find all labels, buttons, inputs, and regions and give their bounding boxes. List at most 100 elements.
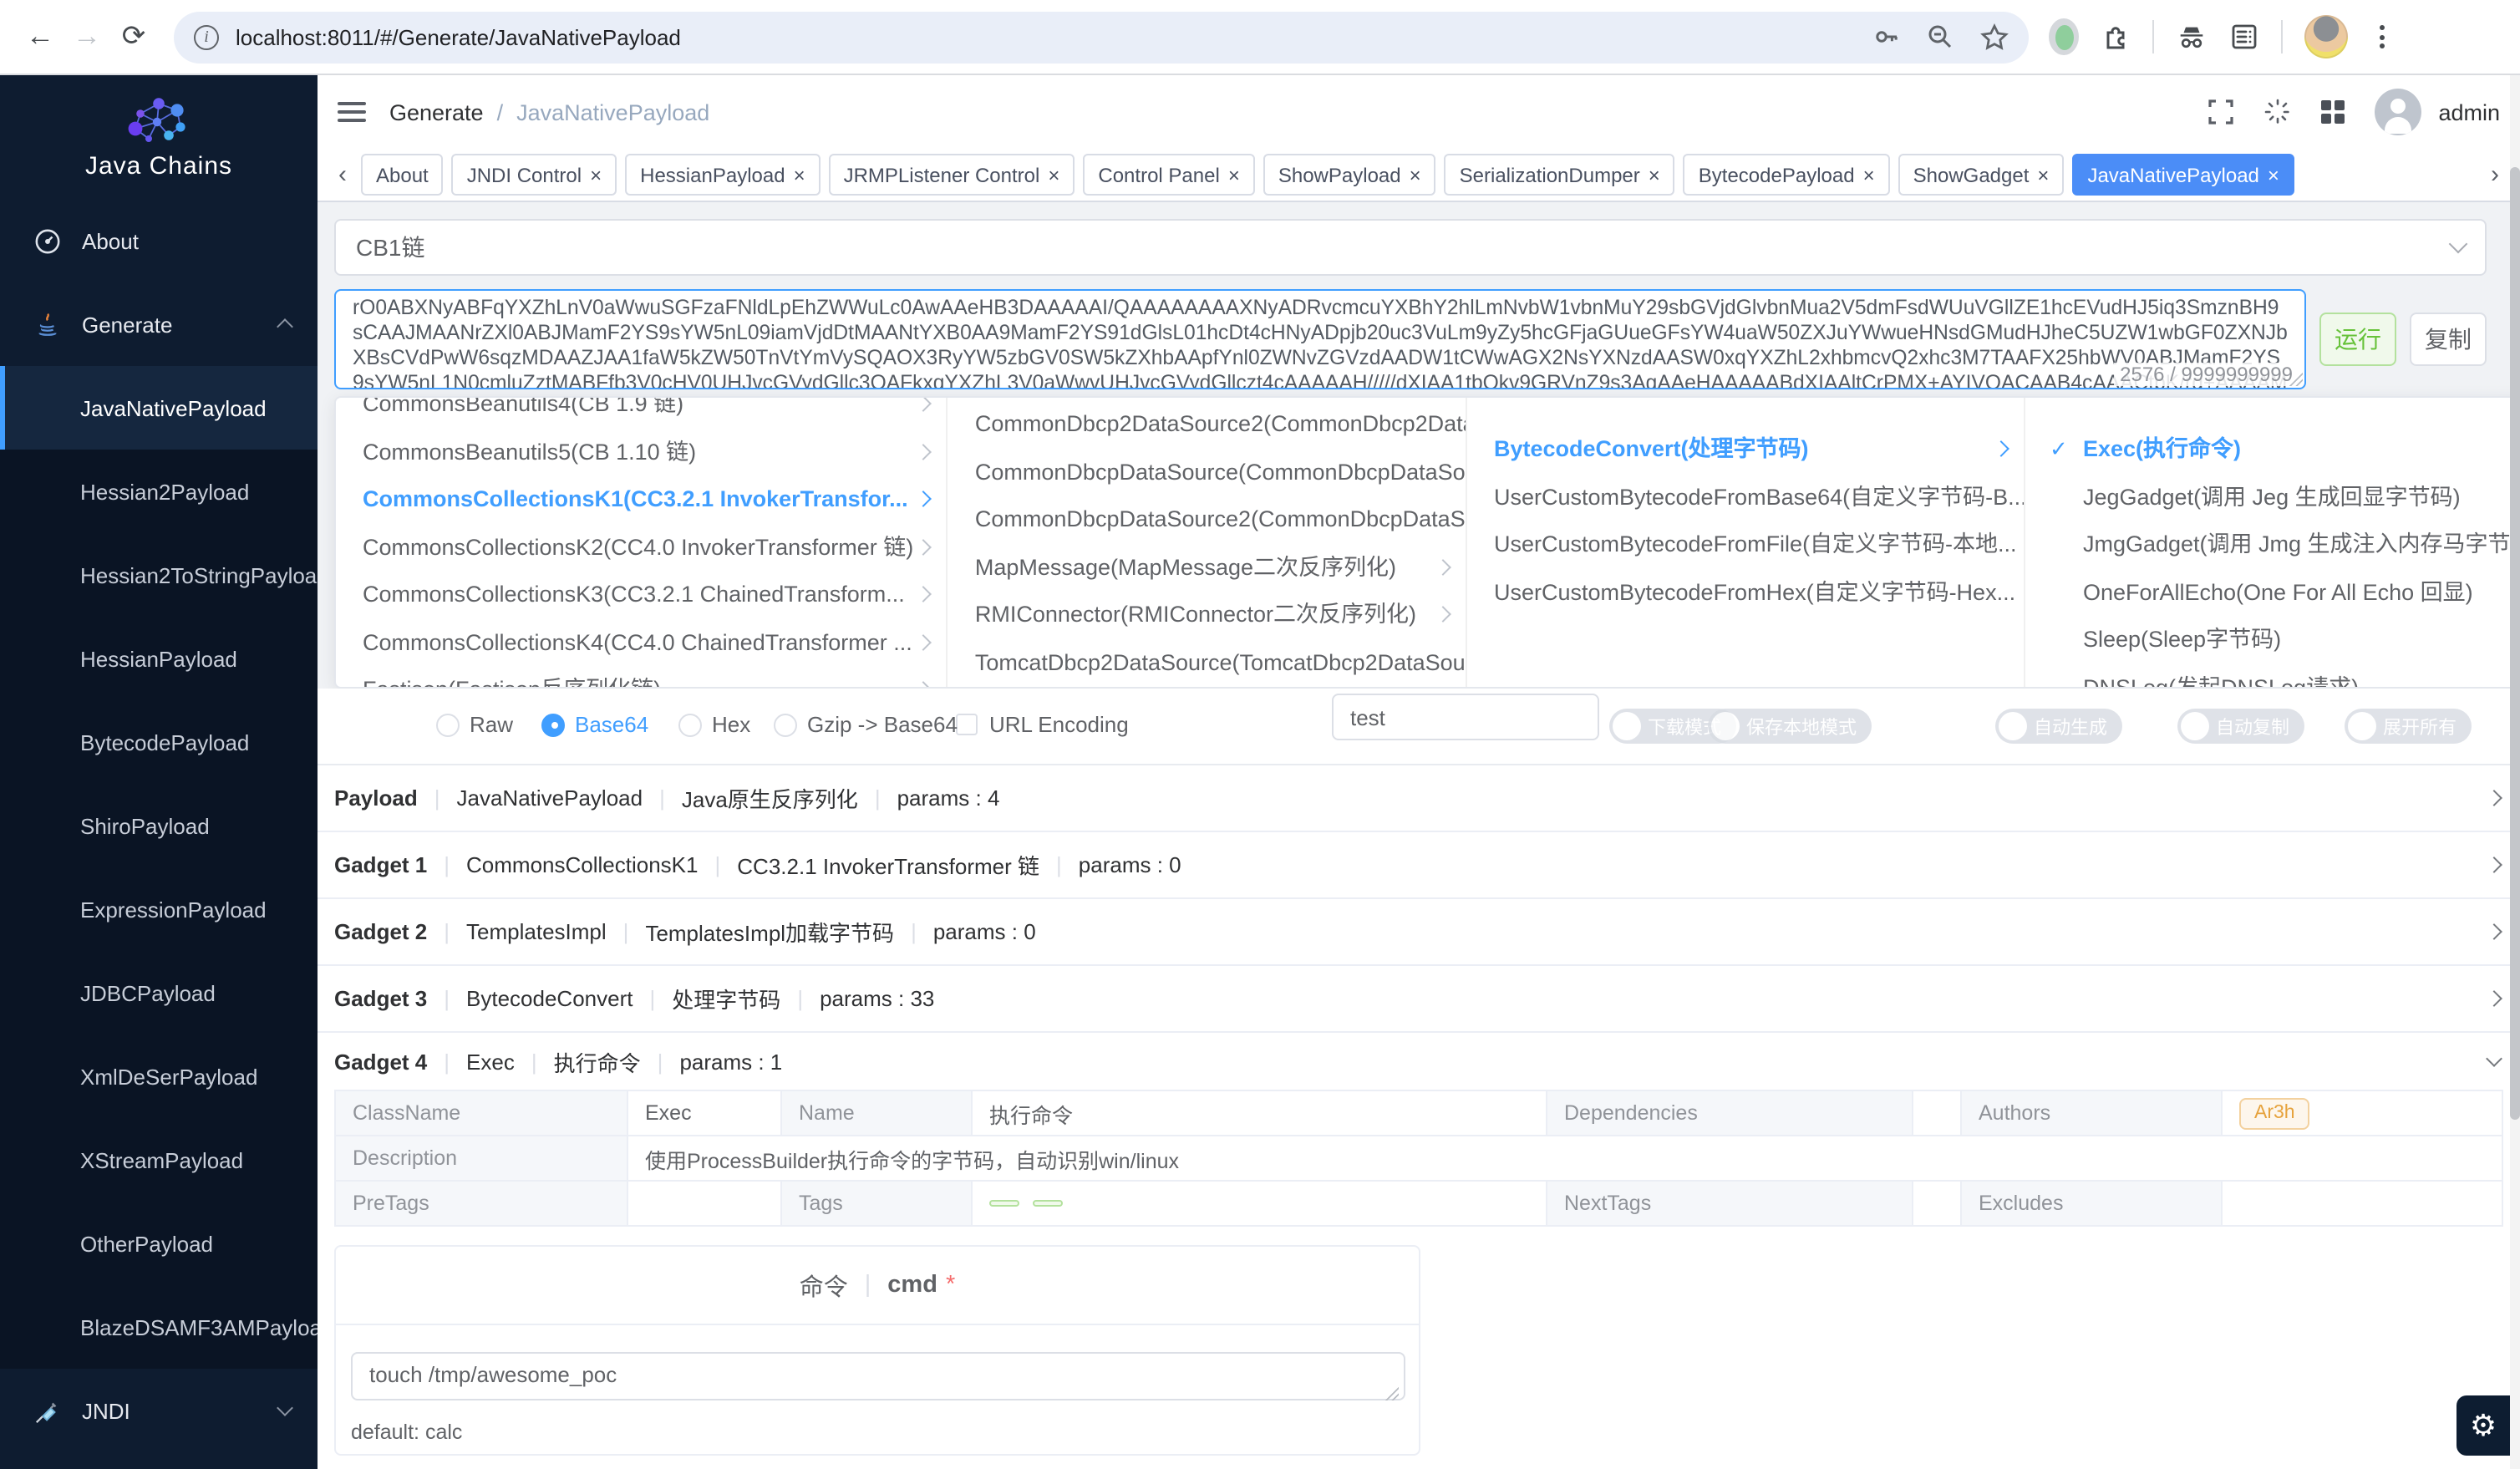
gadget-collapse-row[interactable]: Gadget 4|Exec|执行命令|params : 1 [318,1033,2520,1091]
view-tab[interactable]: HessianPayload × [625,154,820,196]
view-tab[interactable]: ShowGadget × [1898,154,2065,196]
encoding-radio[interactable]: Base64 [541,712,648,737]
tab-close-icon[interactable]: × [590,165,602,185]
reload-icon[interactable]: ⟳ [110,13,157,60]
gadget-collapse-row[interactable]: Gadget 2|TemplatesImpl|TemplatesImpl加载字节… [318,899,2520,966]
resize-grip-icon[interactable] [2288,371,2303,386]
breadcrumb-root[interactable]: Generate [389,99,484,125]
refresh-burst-icon[interactable] [2264,99,2291,125]
sidebar-subitem[interactable]: BytecodePayload [0,700,318,784]
sidebar-subitem[interactable]: BlazeDSAMF3AMPayload [0,1285,318,1369]
reading-list-icon[interactable] [2229,22,2259,52]
settings-drawer-button[interactable]: ⚙ [2456,1395,2510,1456]
cascader-option[interactable]: ✓ Sleep(Sleep字节码) [2026,617,2520,664]
sidebar-subitem[interactable]: JDBCPayload [0,951,318,1034]
gadget-collapse-row[interactable]: Gadget 1|CommonsCollectionsK1|CC3.2.1 In… [318,832,2520,899]
cascader-option[interactable]: ✓ UserCustomBytecodeFromBase64(自定义字节码-B.… [1467,474,2025,521]
sidebar-subitem[interactable]: ExpressionPayload [0,867,318,951]
sidebar-subitem[interactable]: XStreamPayload [0,1118,318,1202]
sidebar-item-generate[interactable]: Generate [0,282,318,366]
tab-close-icon[interactable]: × [1048,165,1059,185]
gadget-collapse-row[interactable]: Gadget 3|BytecodeConvert|处理字节码|params : … [318,966,2520,1033]
incognito-icon[interactable] [2176,21,2208,53]
extensions-puzzle-icon[interactable] [2101,22,2131,52]
cascader-option[interactable]: ✓ Fastjson(Fastjson反序列化链) [336,667,947,687]
site-info-icon[interactable]: i [194,24,219,49]
mode-toggle[interactable]: 展开所有 [2345,709,2472,744]
password-key-icon[interactable] [1873,23,1900,50]
extension-status-icon[interactable] [2049,18,2079,55]
hamburger-icon[interactable] [338,102,366,122]
encoding-radio[interactable]: Hex [678,712,750,737]
encoding-radio[interactable]: Gzip -> Base64 [774,712,958,737]
tab-close-icon[interactable]: × [794,165,805,185]
url-encoding-checkbox[interactable]: URL Encoding [956,712,1129,737]
view-tab[interactable]: Control Panel × [1083,154,1254,196]
tab-close-icon[interactable]: × [1228,165,1240,185]
tab-close-icon[interactable]: × [1649,165,1660,185]
cascader-option[interactable]: ✓ TomcatDbcp2DataSource(TomcatDbcp2DataS… [948,639,1466,687]
view-tab[interactable]: ShowPayload × [1263,154,1436,196]
sidebar-subitem[interactable]: OtherPayload [0,1202,318,1285]
cascader-option[interactable]: ✓ DNSLog(发起DNSLog请求) [2026,664,2520,687]
sidebar-subitem[interactable]: HessianPayload [0,617,318,700]
cascader-option[interactable]: ✓ UserCustomBytecodeFromHex(自定义字节码-Hex..… [1467,569,2025,617]
view-tab[interactable]: BytecodePayload × [1684,154,1890,196]
apps-grid-icon[interactable] [2321,100,2345,124]
view-tab[interactable]: SerializationDumper × [1445,154,1675,196]
back-icon[interactable]: ← [17,13,64,60]
bookmark-star-icon[interactable] [1980,23,2009,51]
view-tab[interactable]: JNDI Control × [452,154,617,196]
view-tab[interactable]: JRMPListener Control × [829,154,1075,196]
copy-button[interactable]: 复制 [2410,313,2487,366]
cascader-option[interactable]: ✓ CommonsCollectionsK1(CC3.2.1 InvokerTr… [336,476,947,524]
filename-input[interactable] [1332,694,1599,740]
sidebar-subitem[interactable]: Hessian2Payload [0,450,318,533]
cascader-option[interactable]: ✓ JmgGadget(调用 Jmg 生成注入内存马字节码) [2026,521,2520,569]
cascader-option[interactable]: ✓ CommonDbcpDataSource(CommonDbcpDataSou… [948,449,1466,496]
cascader-option[interactable]: ✓ UserCustomBytecodeFromFile(自定义字节码-本地..… [1467,521,2025,569]
sidebar-item-jndi[interactable]: JNDI [0,1369,318,1452]
forward-icon[interactable]: → [64,13,110,60]
mode-toggle[interactable]: 自动生成 [1995,709,2122,744]
payload-textarea[interactable]: rO0ABXNyABFqYXZhLnV0aWwuSGFzaFNldLpEhZWW… [334,289,2306,389]
cascader-option[interactable]: ✓ BytecodeConvert(处理字节码) [1467,426,2025,474]
view-tab[interactable]: JavaNativePayload × [2072,154,2294,196]
cascader-option[interactable]: ✓ Exec(执行命令) [2026,426,2520,474]
scrollbar-thumb[interactable] [2510,167,2520,1120]
address-bar[interactable]: i localhost:8011/#/Generate/JavaNativePa… [174,11,2029,63]
cascader-option[interactable]: ✓ CommonsCollectionsK3(CC3.2.1 ChainedTr… [336,572,947,619]
sidebar-item-jrmplistener[interactable]: RMI JRMPListener [0,1452,318,1469]
tabs-scroll-left-icon[interactable]: ‹ [328,160,358,189]
tabs-scroll-right-icon[interactable]: › [2480,160,2510,189]
tab-close-icon[interactable]: × [1410,165,1421,185]
chain-select[interactable]: CB1链 [334,219,2487,276]
cascader-option[interactable]: ✓ JegGadget(调用 Jeg 生成回显字节码) [2026,474,2520,521]
run-button[interactable]: 运行 [2319,313,2396,366]
cascader-option[interactable]: ✓ CommonsBeanutils5(CB 1.10 链) [336,429,947,476]
cascader-option[interactable]: ✓ CommonsBeanutils4(CB 1.9 链) [336,398,947,429]
sidebar-item-about[interactable]: About [0,199,318,282]
user-avatar[interactable] [2375,89,2421,135]
tab-close-icon[interactable]: × [2037,165,2049,185]
url-text[interactable]: localhost:8011/#/Generate/JavaNativePayl… [236,24,1873,49]
gadget-collapse-row[interactable]: Payload|JavaNativePayload|Java原生反序列化|par… [318,765,2520,832]
page-scrollbar[interactable] [2510,75,2520,1469]
browser-profile-avatar[interactable] [2304,15,2348,58]
cascader-option[interactable]: ✓ MapMessage(MapMessage二次反序列化) [948,544,1466,592]
encoding-radio[interactable]: Raw [436,712,513,737]
mode-toggle[interactable]: 保存本地模式 [1708,709,1872,744]
fullscreen-icon[interactable] [2208,99,2234,125]
sidebar-subitem[interactable]: XmlDeSerPayload [0,1034,318,1118]
sidebar-subitem[interactable]: JavaNativePayload [0,366,318,450]
cascader-option[interactable]: ✓ CommonsCollectionsK4(CC4.0 ChainedTran… [336,619,947,667]
sidebar-subitem[interactable]: ShiroPayload [0,784,318,867]
cmd-input[interactable]: touch /tmp/awesome_poc [351,1352,1405,1400]
cascader-option[interactable]: ✓ RMIConnector(RMIConnector二次反序列化) [948,592,1466,639]
cascader-option[interactable]: ✓ OneForAllEcho(One For All Echo 回显) [2026,569,2520,617]
tab-close-icon[interactable]: × [1863,165,1875,185]
browser-menu-icon[interactable] [2370,25,2395,48]
cascader-option[interactable]: ✓ CommonDbcp2DataSource2(CommonDbcp2Data… [948,401,1466,449]
mode-toggle[interactable]: 自动复制 [2177,709,2304,744]
tab-close-icon[interactable]: × [2268,165,2279,185]
